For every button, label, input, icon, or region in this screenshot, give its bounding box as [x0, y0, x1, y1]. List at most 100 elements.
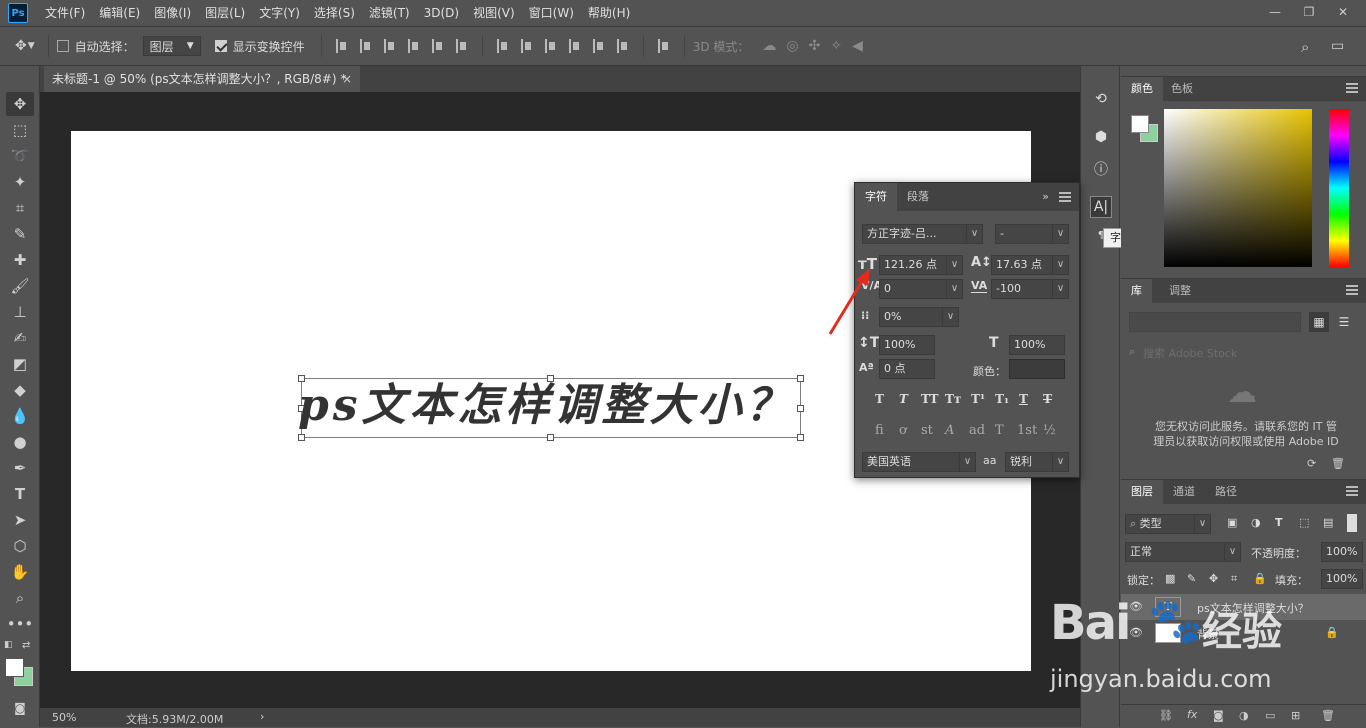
- close-icon[interactable]: ✕: [1326, 0, 1360, 24]
- move-tool[interactable]: ✥: [6, 92, 34, 116]
- color-fg-swatch[interactable]: [1131, 115, 1149, 133]
- faux-bold-button[interactable]: T: [875, 392, 884, 406]
- restore-icon[interactable]: ❐: [1292, 0, 1326, 24]
- horizontal-scale-field[interactable]: 100%: [1009, 335, 1065, 355]
- shape-tool[interactable]: ⬡: [6, 534, 34, 558]
- lock-all-icon[interactable]: 🔒: [1253, 572, 1267, 585]
- grid-view-icon[interactable]: ▦: [1309, 312, 1329, 332]
- swap-colors-icon[interactable]: ⇄: [22, 640, 34, 652]
- align-bottom-icon[interactable]: [383, 39, 396, 53]
- color-field[interactable]: [1164, 109, 1312, 267]
- minimize-icon[interactable]: —: [1258, 0, 1292, 24]
- font-size-field[interactable]: 121.26 点 ∨: [879, 255, 963, 275]
- workspace-icon[interactable]: ▭: [1331, 38, 1344, 54]
- add-mask-icon[interactable]: ◙: [1213, 709, 1224, 722]
- filter-toggle[interactable]: [1347, 514, 1357, 532]
- color-panel-menu-icon[interactable]: [1346, 83, 1358, 93]
- kerning-field[interactable]: 0 ∨: [879, 279, 963, 299]
- menu-layer[interactable]: 图层(L): [198, 0, 252, 26]
- distribute-vcenter-icon[interactable]: [520, 39, 533, 53]
- path-select-tool[interactable]: ➤: [6, 508, 34, 532]
- 3d-roll-icon[interactable]: ◎: [786, 38, 798, 54]
- stock-search-input[interactable]: 搜索 Adobe Stock: [1143, 345, 1237, 361]
- align-right-icon[interactable]: [455, 39, 468, 53]
- distribute-right-icon[interactable]: [616, 39, 629, 53]
- 3d-slide-icon[interactable]: ✧: [830, 38, 842, 54]
- library-delete-icon[interactable]: 🗑: [1331, 457, 1345, 470]
- stamp-tool[interactable]: ⊥: [6, 300, 34, 324]
- magic-wand-tool[interactable]: ✦: [6, 170, 34, 194]
- align-hcenter-icon[interactable]: [431, 39, 444, 53]
- tab-paragraph[interactable]: 段落: [897, 183, 939, 211]
- lock-pixels-icon[interactable]: ✎: [1187, 572, 1196, 585]
- font-family-select[interactable]: 方正字迹-吕... ∨: [862, 224, 983, 244]
- library-panel-menu-icon[interactable]: [1346, 285, 1358, 295]
- tab-libraries[interactable]: 库: [1121, 279, 1152, 303]
- align-vcenter-icon[interactable]: [359, 39, 372, 53]
- tab-close-icon[interactable]: ×: [342, 66, 352, 92]
- blur-tool[interactable]: 💧: [6, 404, 34, 428]
- small-caps-button[interactable]: Tт: [945, 392, 961, 406]
- subscript-button[interactable]: T₁: [995, 392, 1009, 406]
- more-tools-icon[interactable]: •••: [6, 612, 34, 636]
- tab-channels[interactable]: 通道: [1163, 480, 1205, 504]
- language-select[interactable]: 美国英语 ∨: [862, 452, 976, 472]
- adjustment-layer-icon[interactable]: ◑: [1239, 709, 1249, 722]
- info-panel-icon[interactable]: ⓘ: [1090, 158, 1112, 180]
- dodge-tool[interactable]: ●: [6, 430, 34, 454]
- eraser-tool[interactable]: ◩: [6, 352, 34, 376]
- zoom-level[interactable]: 50%: [52, 711, 76, 724]
- library-sync-icon[interactable]: ⟳: [1307, 457, 1316, 470]
- lasso-tool[interactable]: ➰: [6, 144, 34, 168]
- 3d-pan-icon[interactable]: ✣: [809, 38, 821, 54]
- lock-artboard-icon[interactable]: ⌗: [1231, 572, 1237, 586]
- search-icon[interactable]: ⌕: [1301, 38, 1309, 56]
- opacity-field[interactable]: 100%: [1321, 542, 1363, 562]
- ordinals-button[interactable]: 1st: [1017, 423, 1037, 438]
- list-view-icon[interactable]: ☰: [1334, 312, 1354, 332]
- menu-image[interactable]: 图像(I): [147, 0, 198, 26]
- menu-view[interactable]: 视图(V): [466, 0, 522, 26]
- vertical-scale-field[interactable]: 100%: [879, 335, 935, 355]
- 3d-panel-icon[interactable]: ⬢: [1090, 126, 1112, 148]
- auto-select-checkbox[interactable]: [56, 40, 69, 52]
- show-transform-checkbox[interactable]: [214, 40, 227, 52]
- tab-character[interactable]: 字符: [855, 183, 897, 211]
- collapse-icon[interactable]: »: [1042, 190, 1049, 203]
- titling-alt-button[interactable]: T: [995, 423, 1004, 438]
- underline-button[interactable]: T: [1019, 392, 1028, 406]
- document-tab[interactable]: 未标题-1 @ 50% (ps文本怎样调整大小？, RGB/8#) * ×: [44, 66, 360, 92]
- superscript-button[interactable]: T¹: [971, 392, 985, 406]
- align-left-icon[interactable]: [407, 39, 420, 53]
- distribute-bottom-icon[interactable]: [544, 39, 557, 53]
- auto-select-dropdown[interactable]: 图层 ▼: [142, 36, 201, 56]
- align-top-icon[interactable]: [335, 39, 348, 53]
- link-layers-icon[interactable]: ⛓: [1159, 709, 1173, 722]
- hand-tool[interactable]: ✋: [6, 560, 34, 584]
- tab-swatches[interactable]: 色板: [1161, 77, 1203, 101]
- filter-type-icon[interactable]: T: [1275, 516, 1283, 529]
- 3d-camera-icon[interactable]: ◀: [852, 38, 863, 54]
- menu-help[interactable]: 帮助(H): [581, 0, 637, 26]
- menu-type[interactable]: 文字(Y): [252, 0, 307, 26]
- layers-panel-menu-icon[interactable]: [1346, 486, 1358, 496]
- tab-adjustments[interactable]: 调整: [1159, 279, 1201, 303]
- filter-adjust-icon[interactable]: ◑: [1251, 516, 1261, 529]
- font-style-select[interactable]: - ∨: [995, 224, 1069, 244]
- menu-edit[interactable]: 编辑(E): [92, 0, 147, 26]
- healing-tool[interactable]: ✚: [6, 248, 34, 272]
- filter-smart-icon[interactable]: ▤: [1323, 516, 1333, 529]
- distribute-left-icon[interactable]: [568, 39, 581, 53]
- hue-slider[interactable]: [1329, 109, 1349, 267]
- tracking-field[interactable]: -100 ∨: [991, 279, 1069, 299]
- history-brush-tool[interactable]: ✍: [6, 326, 34, 350]
- eyedropper-tool[interactable]: ✎: [6, 222, 34, 246]
- filter-shape-icon[interactable]: ⬚: [1299, 516, 1309, 529]
- tsume-field[interactable]: 0% ∨: [879, 307, 959, 327]
- strikethrough-button[interactable]: T: [1043, 392, 1052, 406]
- swash-button[interactable]: A: [945, 423, 954, 438]
- new-group-icon[interactable]: ▭: [1265, 709, 1275, 722]
- delete-layer-icon[interactable]: 🗑: [1321, 709, 1335, 722]
- leading-field[interactable]: 17.63 点 ∨: [991, 255, 1069, 275]
- tab-paths[interactable]: 路径: [1205, 480, 1247, 504]
